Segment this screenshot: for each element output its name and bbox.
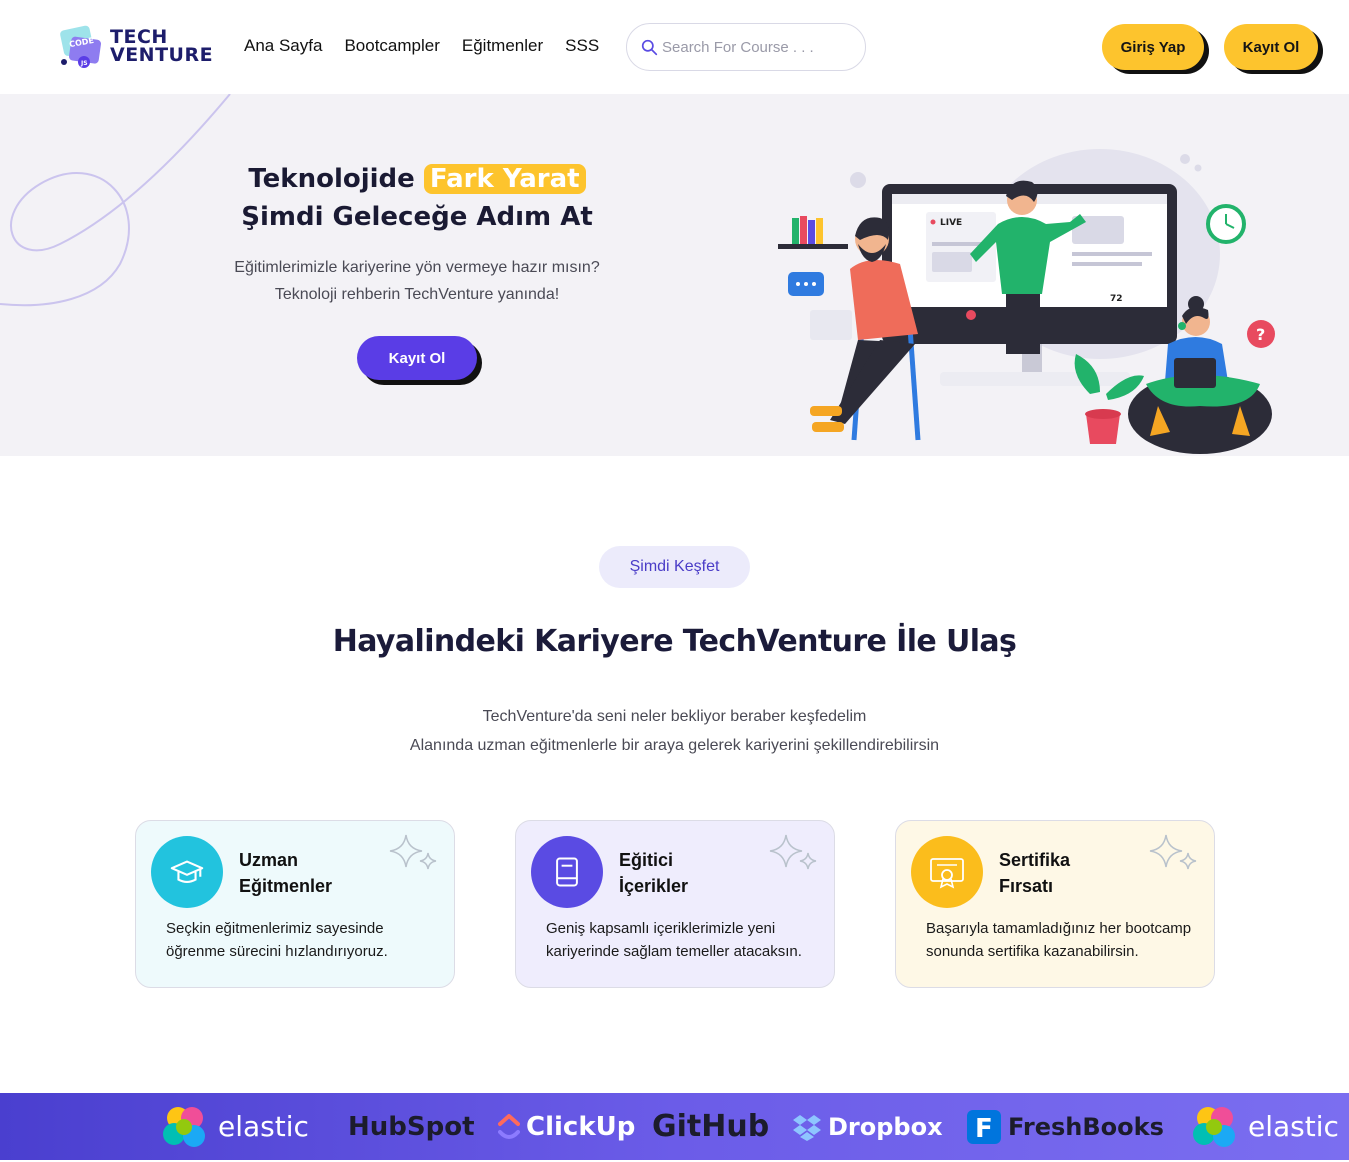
brand-name: elastic (218, 1110, 309, 1143)
brand-github: GitHub (652, 1093, 769, 1160)
logo-line2: VENTURE (110, 44, 214, 66)
logo-badge-icon: CODE JS (60, 25, 101, 68)
feature-card-sertifika-firsati[interactable]: Sertifika Fırsatı Başarıyla tamamladığın… (895, 820, 1224, 997)
section-subtitle-line2: Alanında uzman eğitmenlerle bir araya ge… (409, 737, 940, 754)
live-label: LIVE (940, 218, 962, 228)
hero-title-part1: Teknolojide (248, 164, 415, 194)
hero-title-line2: Şimdi Geleceğe Adım At (241, 202, 593, 232)
search-input[interactable] (662, 38, 852, 56)
certificate-icon (930, 858, 964, 889)
viewer-count: 72 (1110, 294, 1123, 304)
card-title-line1: Eğitici (619, 850, 674, 870)
card-title-line1: Uzman (239, 850, 299, 870)
feature-card-egitici-icerikler[interactable]: Eğitici İçerikler Geniş kapsamlı içerikl… (515, 820, 844, 997)
brand-name: elastic (1248, 1110, 1339, 1143)
freshbooks-logo-icon: F (967, 1109, 1001, 1144)
sparkle-icon (1149, 834, 1197, 870)
search-icon (641, 39, 658, 55)
techventure-logo[interactable]: CODE JS TECH VENTURE (56, 22, 216, 72)
clickup-logo-icon (498, 1113, 520, 1139)
hero-subtitle-line2: Teknoloji rehberin TechVenture yanında! (274, 286, 560, 303)
main-nav: Ana Sayfa Bootcampler Eğitmenler SSS (244, 36, 599, 56)
nav-bootcampler[interactable]: Bootcampler (344, 36, 439, 56)
hero-title-highlight: Fark Yarat (423, 164, 586, 194)
card-title-line2: İçerikler (619, 876, 689, 896)
feature-card-uzman-egitmenler[interactable]: Uzman Eğitmenler Seçkin eğitmenlerimiz s… (135, 820, 464, 997)
brand-freshbooks: F FreshBooks (966, 1093, 1164, 1160)
brand-name: GitHub (652, 1109, 770, 1144)
card-title: Uzman Eğitmenler (239, 847, 379, 899)
book-icon (556, 857, 578, 887)
section-subtitle-line1: TechVenture'da seni neler bekliyor berab… (482, 708, 867, 725)
hero-subtitle-line1: Eğitimlerimizle kariyerine yön vermeye h… (234, 259, 600, 276)
nav-sss[interactable]: SSS (565, 36, 599, 56)
signup-button[interactable]: Kayıt Ol (1224, 24, 1318, 70)
svg-text:JS: JS (80, 60, 88, 67)
sparkle-icon (389, 834, 437, 870)
nav-egitmenler[interactable]: Eğitmenler (462, 36, 543, 56)
sparkle-icon (769, 834, 817, 870)
login-button[interactable]: Giriş Yap (1102, 24, 1204, 70)
brand-name: FreshBooks (1008, 1112, 1164, 1141)
card-icon-wrapper (151, 836, 223, 908)
section-title: Hayalindeki Kariyere TechVenture İle Ula… (332, 624, 1017, 659)
card-text: Geniş kapsamlı içeriklerimizle yeni kari… (546, 920, 802, 960)
discover-pill[interactable]: Şimdi Keşfet (599, 546, 750, 588)
svg-text:?: ? (1256, 325, 1265, 344)
logo-wordmark: TECH VENTURE (110, 28, 214, 66)
hero-title: Teknolojide Fark Yarat Şimdi Geleceğe Ad… (200, 160, 634, 236)
card-title-line2: Eğitmenler (239, 876, 333, 896)
hero-section: Teknolojide Fark Yarat Şimdi Geleceğe Ad… (0, 94, 1349, 456)
elastic-logo-icon (163, 1106, 205, 1147)
brand-elastic: elastic (158, 1093, 309, 1160)
brand-name: ClickUp (526, 1111, 636, 1142)
nav-ana-sayfa[interactable]: Ana Sayfa (244, 36, 322, 56)
brand-name: HubSpot (348, 1111, 475, 1142)
brand-clickup: ClickUp (498, 1093, 635, 1160)
svg-text:F: F (975, 1114, 993, 1144)
partner-logos-strip: elastic HubSpot ClickUp GitHub Dropbox F… (0, 1093, 1349, 1160)
card-text: Başarıyla tamamladığınız her bootcamp so… (926, 920, 1192, 960)
card-title-line2: Fırsatı (999, 876, 1054, 896)
brand-elastic-2: elastic (1188, 1093, 1339, 1160)
site-header: CODE JS TECH VENTURE Ana Sayfa Bootcampl… (0, 0, 1349, 94)
card-text: Seçkin eğitmenlerimiz sayesinde öğrenme … (166, 920, 388, 960)
card-icon-wrapper (531, 836, 603, 908)
card-icon-wrapper (911, 836, 983, 908)
graduation-cap-icon (170, 860, 204, 884)
card-title: Eğitici İçerikler (619, 847, 759, 899)
card-title-line1: Sertifika (999, 850, 1071, 870)
section-subtitle: TechVenture'da seni neler bekliyor berab… (0, 702, 1349, 760)
brand-dropbox: Dropbox (792, 1093, 943, 1160)
hero-signup-button[interactable]: Kayıt Ol (357, 336, 477, 380)
dropbox-logo-icon (793, 1114, 821, 1141)
brand-name: Dropbox (828, 1112, 943, 1141)
online-learning-illustration: LIVE 72 ? (778, 149, 1275, 454)
elastic-logo-icon (1193, 1106, 1235, 1147)
search-box[interactable] (626, 23, 866, 71)
hero-subtitle: Eğitimlerimizle kariyerine yön vermeye h… (200, 254, 634, 308)
card-title: Sertifika Fırsatı (999, 847, 1139, 899)
brand-hubspot: HubSpot (348, 1093, 475, 1160)
